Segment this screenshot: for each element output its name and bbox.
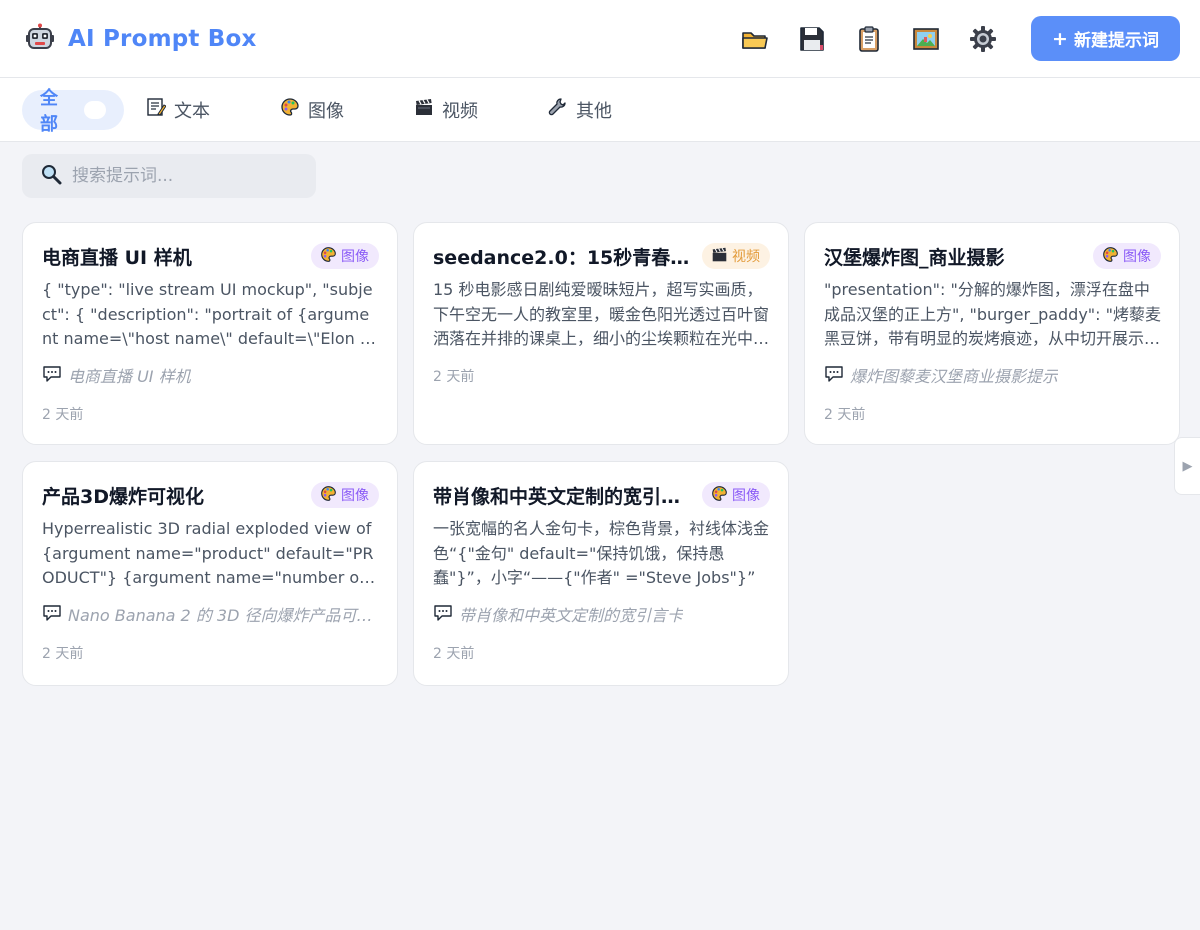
card-time: 2 天前 bbox=[433, 645, 475, 662]
new-prompt-label: 新建提示词 bbox=[1073, 31, 1159, 51]
category-badge: 视频 bbox=[702, 243, 770, 269]
prompt-card[interactable]: 电商直播 UI 样机 图像 { "type": "live stream UI … bbox=[22, 222, 398, 445]
card-note-text: 电商直播 UI 样机 bbox=[68, 366, 191, 386]
badge-label: 图像 bbox=[732, 488, 760, 504]
card-note: Nano Banana 2 的 3D 径向爆炸产品可视化 bbox=[42, 602, 379, 626]
prompt-card[interactable]: 产品3D爆炸可视化 图像 Hyperrealistic 3D radial ex… bbox=[22, 461, 398, 686]
app-title: AI Prompt Box bbox=[68, 25, 257, 52]
speech-bubble-icon bbox=[433, 602, 453, 626]
palette-icon bbox=[1102, 246, 1119, 267]
app-header: AI Prompt Box + 新建提示词 bbox=[0, 0, 1200, 78]
picture-icon[interactable] bbox=[909, 22, 943, 56]
tab-video[interactable]: 视频 bbox=[414, 90, 478, 130]
card-note: 电商直播 UI 样机 bbox=[42, 363, 379, 387]
card-title: 带肖像和中英文定制的宽引言卡 bbox=[433, 485, 694, 508]
palette-icon bbox=[711, 485, 728, 506]
card-description: 15 秒电影感日剧纯爱暧昧短片，超写实画质，下午空无一人的教室里，暖金色阳光透过… bbox=[433, 280, 770, 348]
card-title: 汉堡爆炸图_商业摄影 bbox=[824, 246, 1005, 269]
badge-label: 图像 bbox=[341, 249, 369, 265]
card-title: seedance2.0：15秒青春纯爱暧昧短片 bbox=[433, 246, 694, 269]
tab-label: 文本 bbox=[174, 100, 210, 122]
header-actions: + 新建提示词 bbox=[738, 16, 1180, 61]
card-description: Hyperrealistic 3D radial exploded view o… bbox=[42, 519, 379, 587]
badge-label: 图像 bbox=[341, 488, 369, 504]
tab-other[interactable]: 其他 bbox=[548, 90, 612, 130]
app-logo: AI Prompt Box bbox=[24, 23, 257, 55]
search-icon bbox=[40, 163, 62, 189]
tab-label: 视频 bbox=[442, 100, 478, 122]
card-title: 产品3D爆炸可视化 bbox=[42, 485, 204, 508]
tab-count-pill bbox=[84, 100, 106, 119]
card-title: 电商直播 UI 样机 bbox=[42, 246, 192, 269]
card-note: 爆炸图藜麦汉堡商业摄影提示 bbox=[824, 363, 1161, 387]
tab-label: 全部 bbox=[40, 87, 58, 135]
card-time: 2 天前 bbox=[824, 406, 866, 423]
search-input[interactable] bbox=[72, 166, 292, 186]
search-box bbox=[22, 154, 316, 198]
floppy-save-icon[interactable] bbox=[795, 22, 829, 56]
card-description: "presentation": "分解的爆炸图，漂浮在盘中成品汉堡的正上方", … bbox=[824, 280, 1161, 348]
speech-bubble-icon bbox=[42, 363, 62, 387]
card-note-text: 爆炸图藜麦汉堡商业摄影提示 bbox=[850, 366, 1059, 386]
category-tabs: 全部 文本 图像 视频 其他 bbox=[0, 78, 1200, 142]
folder-icon[interactable] bbox=[738, 22, 772, 56]
plus-icon: + bbox=[1052, 27, 1068, 50]
prompt-card[interactable]: seedance2.0：15秒青春纯爱暧昧短片 视频 15 秒电影感日剧纯爱暧昧… bbox=[413, 222, 789, 445]
clapper-icon bbox=[414, 97, 434, 122]
palette-icon bbox=[280, 97, 300, 122]
prompt-card[interactable]: 汉堡爆炸图_商业摄影 图像 "presentation": "分解的爆炸图，漂浮… bbox=[804, 222, 1180, 445]
gear-icon[interactable] bbox=[966, 22, 1000, 56]
clipboard-icon[interactable] bbox=[852, 22, 886, 56]
prompt-card[interactable]: 带肖像和中英文定制的宽引言卡 图像 一张宽幅的名人金句卡，棕色背景，衬线体浅金色… bbox=[413, 461, 789, 686]
card-time: 2 天前 bbox=[433, 368, 475, 385]
badge-label: 视频 bbox=[732, 249, 760, 265]
card-time: 2 天前 bbox=[42, 406, 84, 423]
tab-label: 图像 bbox=[308, 100, 344, 122]
wrench-icon bbox=[548, 97, 568, 122]
tab-label: 其他 bbox=[576, 100, 612, 122]
tab-text[interactable]: 文本 bbox=[146, 90, 210, 130]
robot-logo-icon bbox=[24, 23, 56, 55]
category-badge: 图像 bbox=[702, 482, 770, 508]
tab-image[interactable]: 图像 bbox=[280, 90, 344, 130]
card-description: 一张宽幅的名人金句卡，棕色背景，衬线体浅金色“{"金句" default="保持… bbox=[433, 519, 770, 587]
caret-right-icon: ▶ bbox=[1182, 458, 1193, 474]
card-note: 带肖像和中英文定制的宽引言卡 bbox=[433, 602, 770, 626]
new-prompt-button[interactable]: + 新建提示词 bbox=[1031, 16, 1180, 61]
category-badge: 图像 bbox=[311, 482, 379, 508]
card-time: 2 天前 bbox=[42, 645, 84, 662]
category-badge: 图像 bbox=[311, 243, 379, 269]
memo-icon bbox=[146, 97, 167, 122]
speech-bubble-icon bbox=[824, 363, 844, 387]
card-description: { "type": "live stream UI mockup", "subj… bbox=[42, 280, 374, 348]
category-badge: 图像 bbox=[1093, 243, 1161, 269]
palette-icon bbox=[320, 246, 337, 267]
card-note-text: 带肖像和中英文定制的宽引言卡 bbox=[459, 605, 684, 625]
card-note-text: Nano Banana 2 的 3D 径向爆炸产品可视化 bbox=[68, 605, 379, 625]
speech-bubble-icon bbox=[42, 602, 62, 626]
clapper-icon bbox=[711, 246, 728, 267]
badge-label: 图像 bbox=[1123, 249, 1151, 265]
tab-all[interactable]: 全部 bbox=[22, 88, 124, 135]
side-panel-toggle[interactable]: ▶ bbox=[1174, 437, 1200, 495]
palette-icon bbox=[320, 485, 337, 506]
